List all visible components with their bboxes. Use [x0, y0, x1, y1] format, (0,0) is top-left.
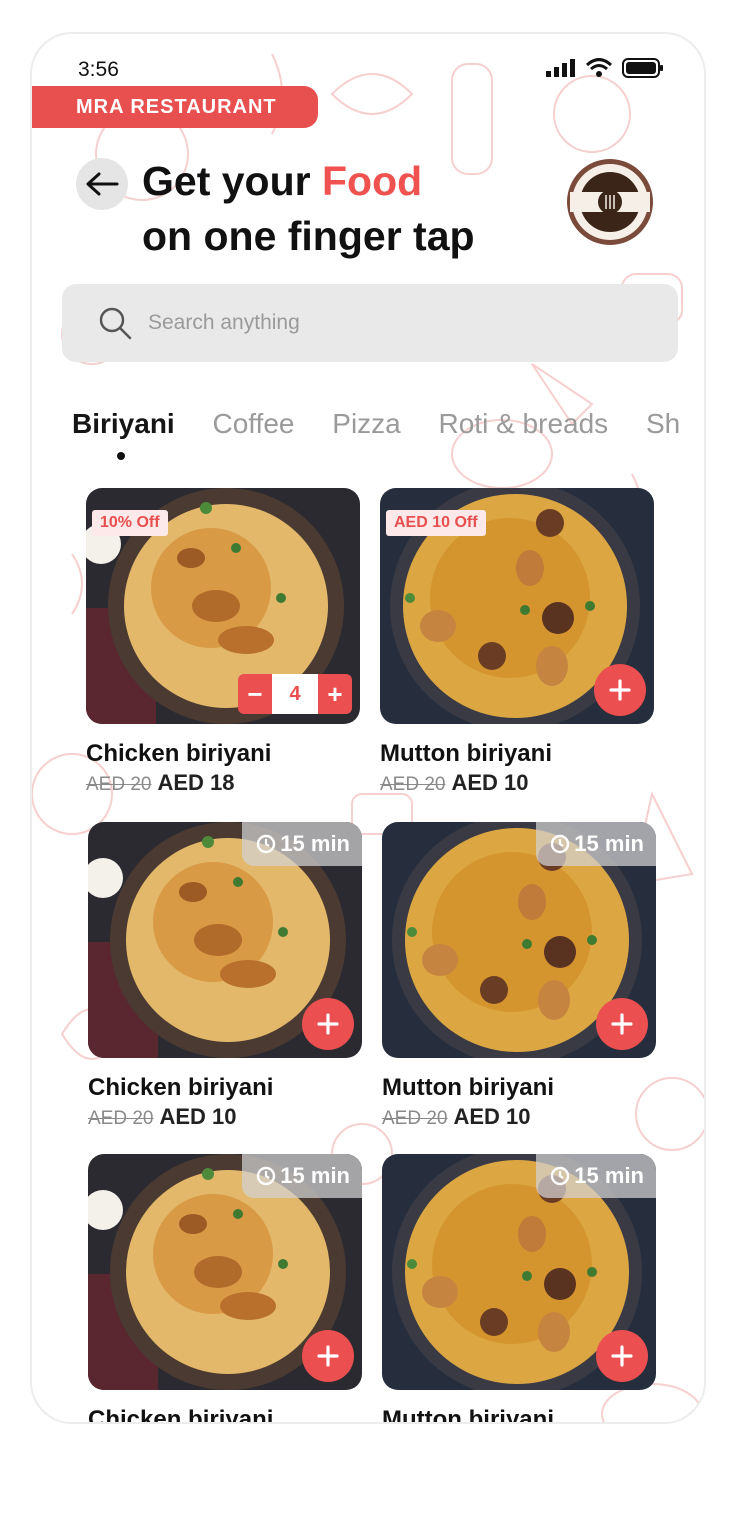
status-time: 3:56: [78, 58, 119, 81]
current-price: AED 18: [157, 770, 235, 795]
signal-icon: [546, 59, 575, 77]
product-card[interactable]: 15 min Chicken biriyani AED 20 AED 10: [88, 822, 362, 1130]
discount-badge: AED 10 Off: [386, 510, 486, 536]
old-price: AED 20: [382, 1108, 448, 1129]
product-card[interactable]: 10% Off − 4 + Chicken biriyani AED 20 AED…: [86, 488, 360, 796]
tab-sh[interactable]: Sh: [646, 408, 680, 440]
prep-time-chip: 15 min: [536, 1154, 656, 1198]
add-to-cart-button[interactable]: [302, 998, 354, 1050]
page-title: Get your Food on one finger tap: [142, 154, 475, 264]
add-to-cart-button[interactable]: [596, 1330, 648, 1382]
old-price: AED 20: [88, 1108, 154, 1129]
title-line2: on one finger tap: [142, 213, 475, 259]
battery-icon: [622, 58, 663, 78]
product-name: Chicken biriyani: [88, 1074, 274, 1101]
plus-icon: [317, 1013, 339, 1035]
product-card[interactable]: 15 min Mutton biriyani: [382, 1154, 656, 1424]
tab-biriyani[interactable]: Biriyani: [72, 408, 175, 460]
product-image: AED 10 Off: [380, 488, 654, 724]
product-image: 10% Off − 4 +: [86, 488, 360, 724]
product-image: 15 min: [382, 1154, 656, 1390]
quantity-stepper[interactable]: − 4 +: [238, 674, 352, 714]
increment-button[interactable]: +: [318, 674, 352, 714]
prep-time: 15 min: [280, 831, 350, 856]
arrow-left-icon: [86, 172, 119, 196]
plus-icon: [611, 1345, 633, 1367]
product-name: Chicken biriyani: [86, 740, 272, 767]
restaurant-logo: [567, 159, 653, 245]
search-icon: [99, 307, 132, 340]
clock-icon: [551, 1166, 570, 1186]
prep-time: 15 min: [574, 831, 644, 856]
clock-icon: [257, 1166, 276, 1186]
product-card[interactable]: 15 min Mutton biriyani AED 20 AED 10: [382, 822, 656, 1130]
product-name: Chicken biriyani: [88, 1406, 274, 1424]
product-price: AED 20 AED 10: [382, 1104, 656, 1130]
category-tabs: Biriyani Coffee Pizza Roti & breads Sh: [72, 408, 704, 460]
product-price: AED 20 AED 10: [380, 770, 654, 796]
phone-frame: 3:56 MRA RESTAURANT Get your Food on one…: [30, 32, 706, 1424]
add-to-cart-button[interactable]: [302, 1330, 354, 1382]
title-accent: Food: [321, 158, 423, 204]
current-price: AED 10: [159, 1104, 237, 1129]
prep-time-chip: 15 min: [242, 822, 362, 866]
title-prefix: Get your: [142, 158, 322, 204]
product-image: 15 min: [88, 1154, 362, 1390]
search-input[interactable]: Search anything: [148, 311, 300, 335]
clock-icon: [257, 834, 276, 854]
product-name: Mutton biriyani: [380, 740, 552, 767]
add-to-cart-button[interactable]: [596, 998, 648, 1050]
product-card[interactable]: 15 min Chicken biriyani: [88, 1154, 362, 1424]
prep-time-chip: 15 min: [536, 822, 656, 866]
back-button[interactable]: [76, 158, 128, 210]
product-card[interactable]: AED 10 Off Mutton biriyani AED 20 AED 10: [380, 488, 654, 796]
product-image: 15 min: [88, 822, 362, 1058]
restaurant-name-tag: MRA RESTAURANT: [32, 86, 318, 128]
product-price: AED 20 AED 18: [86, 770, 360, 796]
search-bar[interactable]: Search anything: [62, 284, 678, 362]
current-price: AED 10: [451, 770, 529, 795]
decrement-button[interactable]: −: [238, 674, 272, 714]
plus-icon: [611, 1013, 633, 1035]
product-price: AED 20 AED 10: [88, 1104, 362, 1130]
status-icons: [546, 58, 664, 78]
add-to-cart-button[interactable]: [594, 664, 646, 716]
tab-pizza[interactable]: Pizza: [332, 408, 400, 440]
product-name: Mutton biriyani: [382, 1074, 554, 1101]
prep-time: 15 min: [280, 1163, 350, 1188]
product-image: 15 min: [382, 822, 656, 1058]
product-name: Mutton biriyani: [382, 1406, 554, 1424]
wifi-icon: [586, 58, 612, 77]
clock-icon: [551, 834, 570, 854]
prep-time-chip: 15 min: [242, 1154, 362, 1198]
quantity-value: 4: [272, 674, 318, 714]
old-price: AED 20: [380, 774, 446, 795]
current-price: AED 10: [453, 1104, 531, 1129]
prep-time: 15 min: [574, 1163, 644, 1188]
plus-icon: [317, 1345, 339, 1367]
old-price: AED 20: [86, 774, 152, 795]
discount-badge: 10% Off: [92, 510, 168, 536]
tab-roti-breads[interactable]: Roti & breads: [439, 408, 609, 440]
tab-coffee[interactable]: Coffee: [212, 408, 294, 440]
plus-icon: [609, 679, 631, 701]
